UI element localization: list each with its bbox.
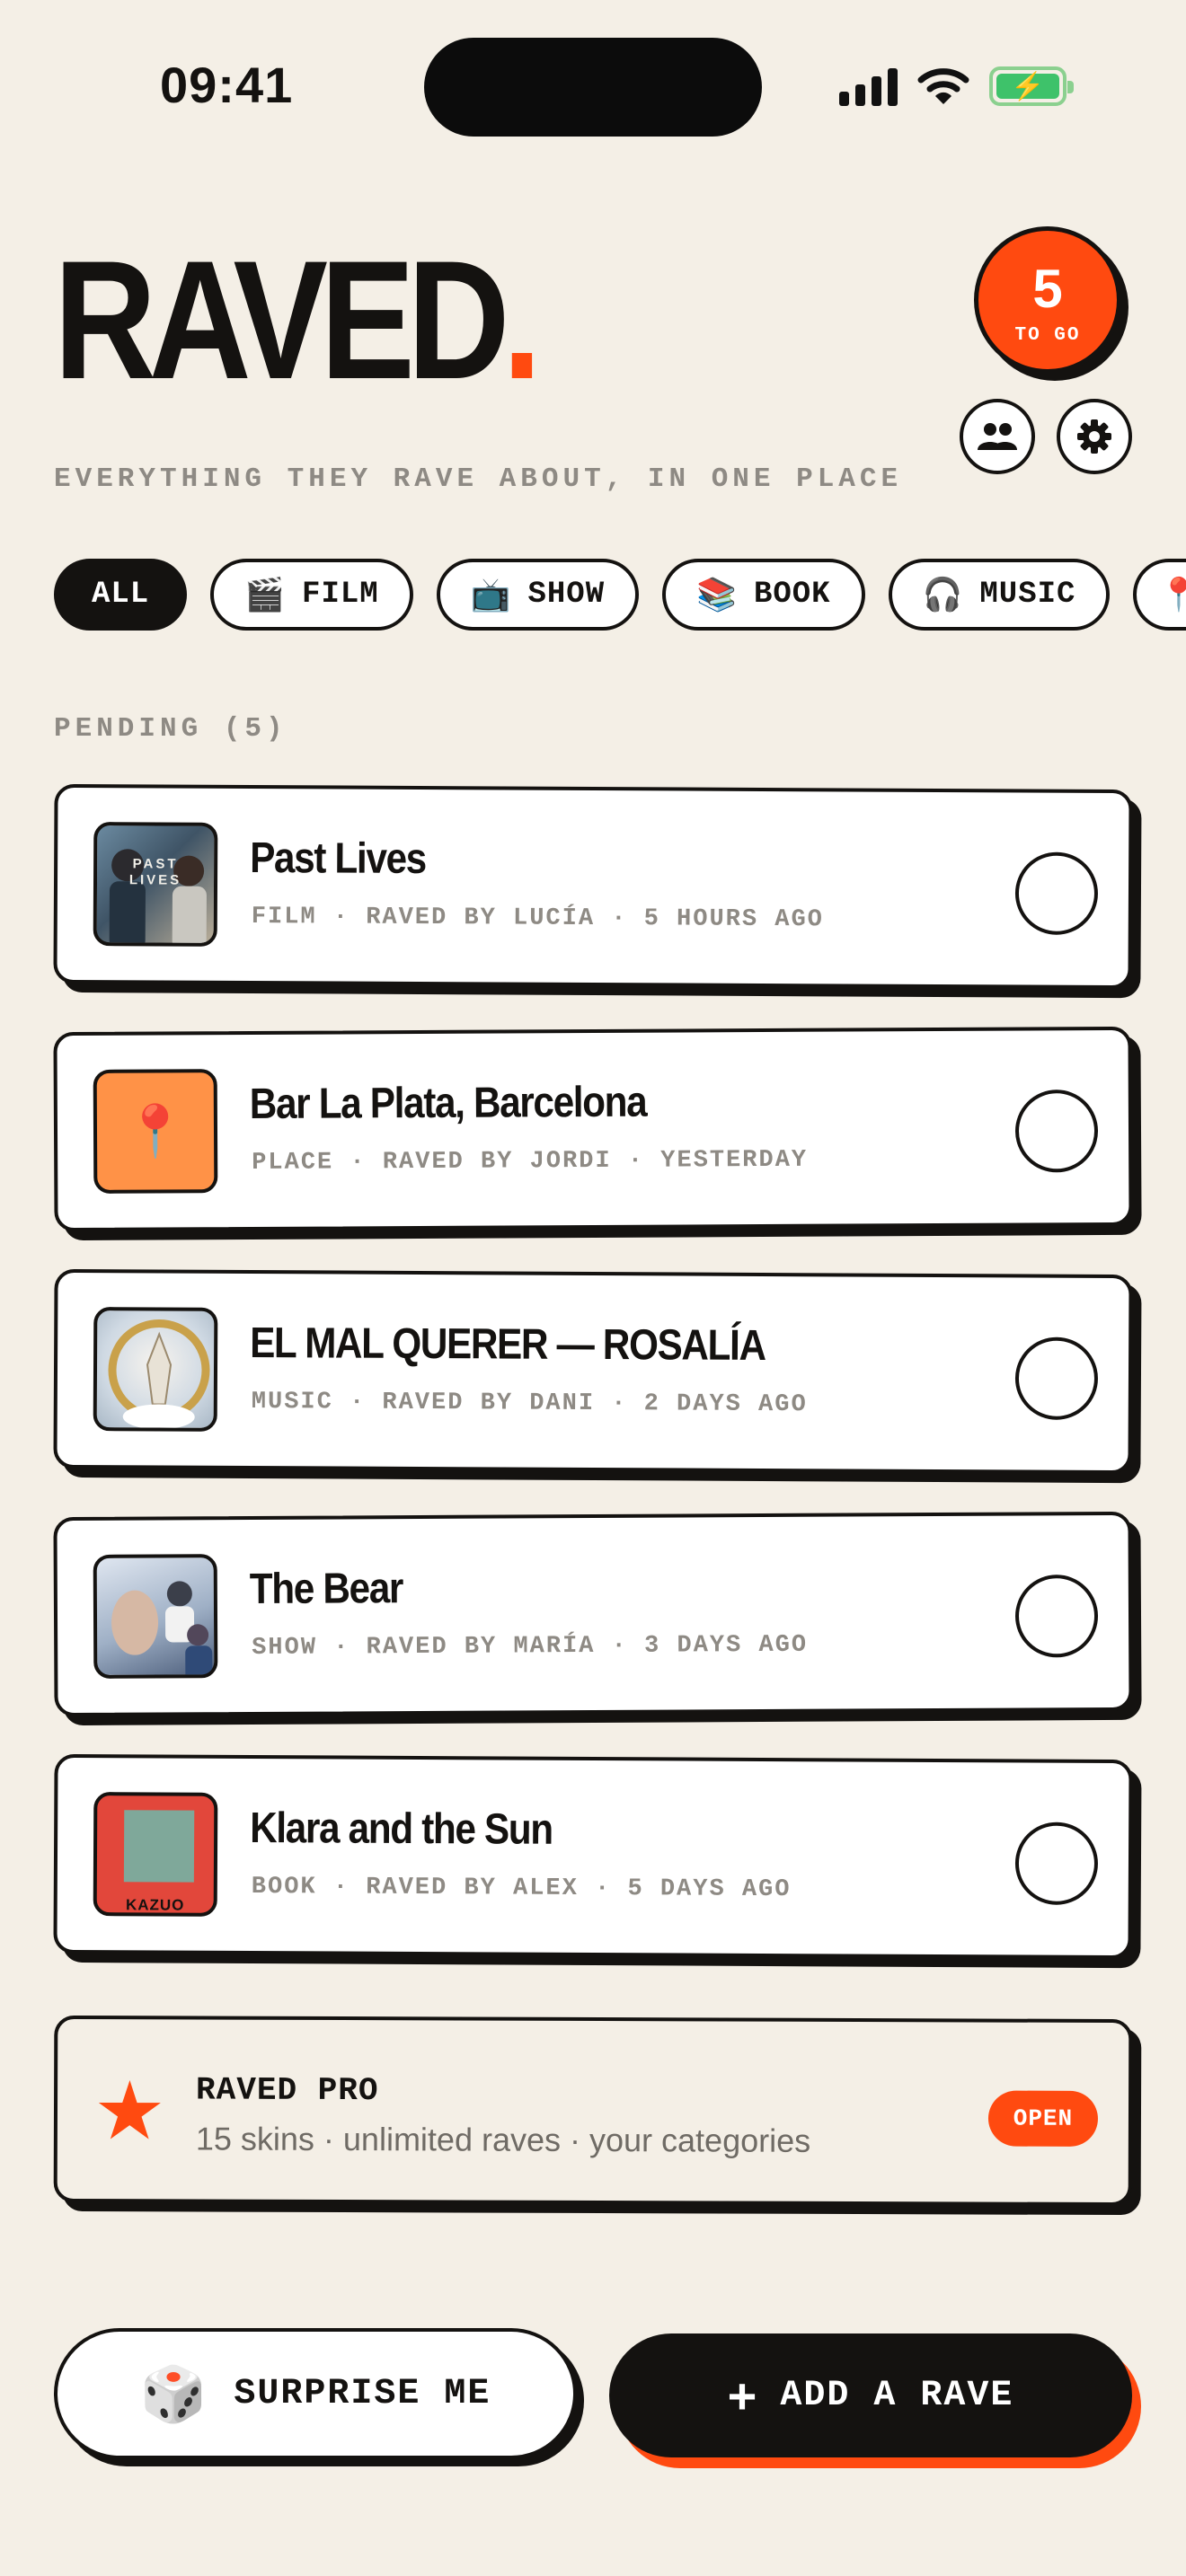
to-go-label: TO GO	[1014, 325, 1081, 346]
to-go-badge[interactable]: 5 TO GO	[974, 226, 1121, 374]
pin-icon: 📍	[1158, 577, 1186, 613]
thumb-el-mal-querer	[93, 1307, 218, 1432]
rave-title: Past Lives	[250, 834, 427, 884]
plus-icon: +	[727, 2367, 759, 2424]
rave-meta: FILM · RAVED BY LUCÍA · 5 HOURS AGO	[251, 904, 824, 934]
rave-meta: MUSIC · RAVED BY DANI · 2 DAYS AGO	[251, 1389, 808, 1419]
surprise-me-button[interactable]: 🎲 SURPRISE ME	[54, 2328, 577, 2459]
rave-title: Klara and the Sun	[250, 1804, 553, 1854]
surprise-label: SURPRISE ME	[234, 2373, 491, 2414]
battery-icon: ⚡	[989, 66, 1074, 106]
thumb-text: PAST LIVES	[128, 856, 182, 888]
clapperboard-icon: 🎬	[244, 577, 287, 613]
dice-icon: 🎲	[139, 2362, 209, 2426]
to-go-count: 5	[1032, 259, 1063, 319]
rave-card[interactable]: KAZUO Klara and the Sun BOOK · RAVED BY …	[53, 1753, 1133, 1960]
people-icon	[978, 423, 1017, 450]
tv-icon: 📺	[470, 577, 512, 613]
rave-card[interactable]: 📍 Bar La Plata, Barcelona PLACE · RAVED …	[53, 1026, 1133, 1232]
add-rave-label: ADD A RAVE	[780, 2375, 1014, 2416]
done-checkbox[interactable]	[1014, 1575, 1099, 1658]
rave-title: EL MAL QUERER — ROSALÍA	[250, 1319, 766, 1371]
filter-music[interactable]: 🎧 MUSIC	[888, 559, 1111, 631]
wifi-icon	[917, 68, 969, 104]
filter-film[interactable]: 🎬 FILM	[210, 559, 413, 631]
done-checkbox[interactable]	[1014, 1090, 1099, 1173]
status-time: 09:41	[160, 57, 294, 113]
thumb-past-lives: PAST LIVES	[93, 822, 218, 947]
rave-card[interactable]: EL MAL QUERER — ROSALÍA MUSIC · RAVED BY…	[53, 1268, 1133, 1475]
thumb-klara: KAZUO	[93, 1792, 218, 1917]
rave-title: The Bear	[249, 1565, 403, 1614]
star-icon: ★	[93, 2064, 166, 2159]
open-button[interactable]: OPEN	[987, 2090, 1099, 2147]
done-checkbox[interactable]	[1014, 851, 1099, 935]
filter-show[interactable]: 📺 SHOW	[436, 559, 640, 631]
filter-book[interactable]: 📚 BOOK	[662, 559, 865, 631]
filter-label: BOOK	[753, 578, 831, 612]
tagline: EVERYTHING THEY RAVE ABOUT, IN ONE PLACE	[54, 463, 903, 495]
pro-title: RAVED PRO	[196, 2071, 379, 2110]
rave-card[interactable]: PAST LIVES Past Lives FILM · RAVED BY LU…	[53, 783, 1133, 990]
brand-logo: RAVED.	[54, 235, 542, 404]
friends-button[interactable]	[960, 399, 1035, 474]
pending-label: PENDING (5)	[54, 713, 288, 745]
filter-all[interactable]: ALL	[54, 559, 188, 631]
rave-title: Bar La Plata, Barcelona	[249, 1078, 647, 1129]
pin-icon: 📍	[123, 1102, 188, 1161]
thumb-text: KAZUO	[125, 1896, 185, 1914]
gear-icon	[1077, 419, 1111, 454]
filter-label: MUSIC	[979, 578, 1076, 612]
signal-icon	[839, 66, 898, 106]
status-icons: ⚡	[839, 59, 1074, 113]
filter-label: ALL	[92, 578, 150, 612]
filter-chips: ALL 🎬 FILM 📺 SHOW 📚 BOOK 🎧 MUSIC 📍	[54, 559, 1186, 631]
add-rave-button[interactable]: + ADD A RAVE	[609, 2333, 1132, 2457]
pro-subtitle: 15 skins · unlimited raves · your catego…	[195, 2120, 811, 2159]
filter-place[interactable]: 📍	[1133, 559, 1186, 631]
rave-meta: SHOW · RAVED BY MARÍA · 3 DAYS AGO	[252, 1631, 809, 1662]
books-icon: 📚	[696, 577, 738, 613]
thumb-the-bear	[93, 1554, 218, 1679]
brand-dot: .	[502, 225, 542, 414]
done-checkbox[interactable]	[1014, 1822, 1099, 1905]
pro-banner[interactable]: ★ RAVED PRO 15 skins · unlimited raves ·…	[53, 2015, 1133, 2207]
headphones-icon: 🎧	[922, 577, 964, 613]
rave-meta: PLACE · RAVED BY JORDI · YESTERDAY	[252, 1146, 809, 1177]
filter-label: FILM	[302, 578, 379, 612]
brand-text: RAVED	[54, 225, 509, 414]
rave-card[interactable]: The Bear SHOW · RAVED BY MARÍA · 3 DAYS …	[53, 1511, 1133, 1717]
dynamic-island	[424, 38, 762, 137]
done-checkbox[interactable]	[1014, 1337, 1099, 1420]
thumb-bar-la-plata: 📍	[93, 1069, 218, 1194]
filter-label: SHOW	[527, 578, 606, 612]
settings-button[interactable]	[1057, 399, 1132, 474]
rave-meta: BOOK · RAVED BY ALEX · 5 DAYS AGO	[251, 1874, 792, 1904]
